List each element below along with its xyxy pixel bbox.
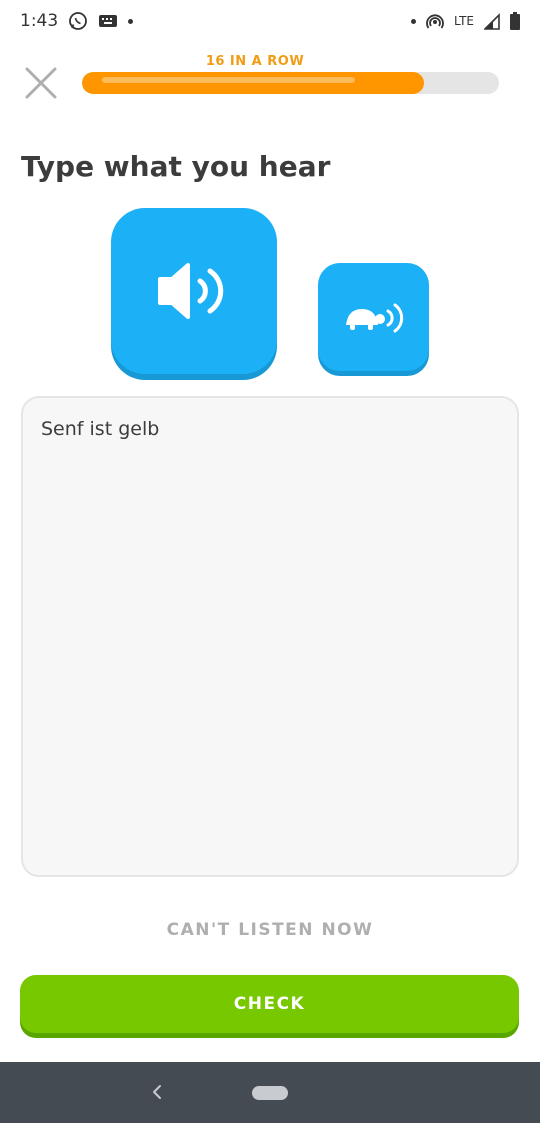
- keyboard-icon: [98, 14, 118, 28]
- notification-dot-icon: [128, 18, 134, 24]
- close-button[interactable]: [24, 66, 58, 100]
- progress-shine: [102, 77, 356, 83]
- back-button[interactable]: [150, 1084, 164, 1104]
- turtle-speaker-icon: [345, 303, 403, 333]
- network-label: LTE: [454, 14, 474, 28]
- check-button[interactable]: CHECK: [20, 975, 519, 1033]
- speaker-icon: [158, 263, 224, 319]
- status-bar: 1:43 LTE: [0, 0, 540, 42]
- challenge-title: Type what you hear: [21, 150, 331, 183]
- streak-label: 16 IN A ROW: [205, 54, 305, 69]
- system-nav-bar: [0, 1062, 540, 1123]
- back-icon: [153, 1085, 161, 1099]
- progress-bar: [82, 72, 499, 94]
- answer-field[interactable]: Senf ist gelb: [21, 396, 519, 877]
- dot-icon: [411, 18, 417, 24]
- answer-input[interactable]: Senf ist gelb: [23, 398, 517, 875]
- status-time: 1:43: [20, 11, 59, 31]
- screen: 1:43 LTE 16 IN A ROW Type what you hear …: [0, 0, 540, 1123]
- whatsapp-icon: [68, 11, 88, 31]
- progress-fill: [82, 72, 424, 94]
- status-left: 1:43: [20, 11, 134, 31]
- play-slow-audio-button[interactable]: [318, 263, 429, 371]
- cant-listen-button[interactable]: CAN'T LISTEN NOW: [0, 920, 540, 940]
- signal-icon: [484, 12, 500, 30]
- home-pill-icon[interactable]: [252, 1086, 288, 1100]
- status-right: LTE: [411, 12, 520, 30]
- battery-icon: [510, 12, 520, 30]
- check-button-label: CHECK: [233, 994, 306, 1014]
- play-audio-button[interactable]: [111, 208, 277, 374]
- hotspot-icon: [426, 12, 444, 30]
- close-icon: [25, 67, 57, 99]
